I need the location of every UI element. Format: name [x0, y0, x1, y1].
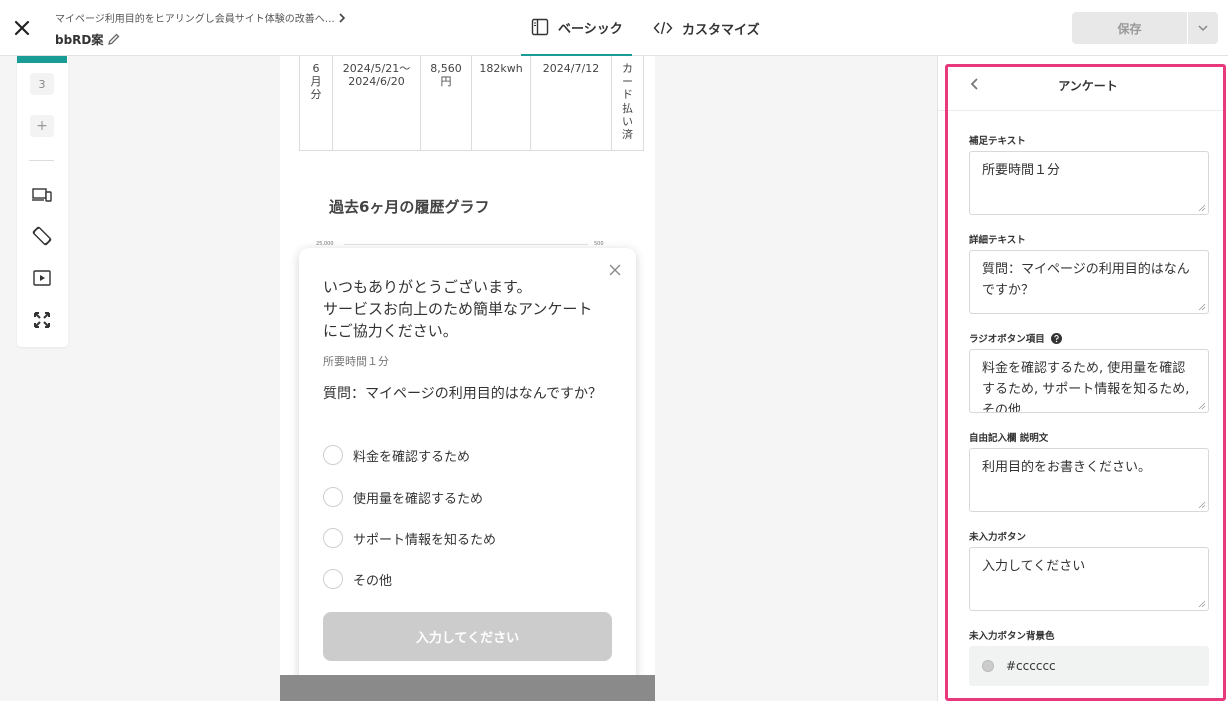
- rotate-device-icon[interactable]: [31, 225, 53, 247]
- survey-question: 質問：マイページの利用目的はなんですか？: [323, 386, 603, 402]
- add-page-button[interactable]: +: [30, 115, 54, 137]
- free-text-description-input[interactable]: 利用目的をお書きください。: [969, 448, 1209, 512]
- active-page-indicator: [17, 56, 67, 63]
- survey-title: いつもありがとうございます。 サービスお向上のため簡単なアンケート にご協力くだ…: [323, 278, 593, 340]
- radio-option-label: 料金を確認するため: [353, 449, 471, 465]
- divider: [29, 160, 54, 161]
- unfilled-button-text-input[interactable]: 入力してください: [969, 547, 1209, 611]
- radio-option[interactable]: 使用量を確認するため: [323, 487, 483, 507]
- resize-handle-icon[interactable]: [1198, 204, 1206, 212]
- field-label: 未入力ボタン背景色: [969, 631, 1055, 642]
- tab-basic[interactable]: ベーシック: [521, 0, 632, 56]
- field-value: 所要時間１分: [982, 163, 1061, 178]
- page-number-button[interactable]: 3: [30, 73, 54, 95]
- field-value: 利用目的をお書きください。: [982, 460, 1152, 475]
- settings-panel: アンケート 補足テキスト 所要時間１分 詳細テキスト 質問：マイページの利用目的…: [937, 56, 1228, 701]
- tab-basic-label: ベーシック: [558, 21, 623, 37]
- field-value: 質問：マイページの利用目的はなんですか？: [982, 262, 1190, 298]
- save-dropdown-button[interactable]: [1188, 12, 1218, 44]
- button-bg-color-picker[interactable]: #cccccc: [969, 646, 1209, 686]
- radio-option-label: その他: [353, 573, 393, 589]
- tab-customize-label: カスタマイズ: [682, 22, 760, 38]
- field-value: 料金を確認するため, 使用量を確認するため, サポート情報を知るため, その他: [982, 361, 1190, 413]
- field-label: 詳細テキスト: [969, 235, 1026, 246]
- table-cell: 8,560 円: [420, 56, 472, 151]
- survey-submit-button[interactable]: 入力してください: [323, 612, 612, 661]
- sidebar-layout-icon: [531, 18, 549, 36]
- project-name: bbRD案: [55, 33, 104, 47]
- table-cell: 2024/7/12: [530, 56, 612, 151]
- resize-handle-icon[interactable]: [1198, 303, 1206, 311]
- table-cell: カ ー ド 払 い 済: [611, 56, 644, 151]
- radio-option-label: 使用量を確認するため: [353, 491, 484, 507]
- help-icon[interactable]: [1050, 332, 1062, 344]
- radio-option[interactable]: サポート情報を知るため: [323, 528, 496, 548]
- field-label-with-help: ラジオボタン項目: [969, 331, 1062, 345]
- code-icon: [653, 21, 673, 35]
- graph-axis-right-label: 500: [594, 241, 604, 247]
- tab-customize[interactable]: カスタマイズ: [653, 0, 760, 56]
- field-label: 補足テキスト: [969, 136, 1026, 147]
- radio-option[interactable]: その他: [323, 569, 392, 589]
- graph-axis-left-label: 25,000: [316, 241, 334, 247]
- survey-modal: いつもありがとうございます。 サービスお向上のため簡単なアンケート にご協力くだ…: [299, 248, 636, 685]
- radio-button[interactable]: [323, 569, 343, 589]
- phone-preview: 6 月 分 2024/5/21〜 2024/6/20 8,560 円 182kw…: [280, 56, 655, 701]
- panel-title: アンケート: [1058, 79, 1118, 93]
- field-value: 入力してください: [982, 559, 1086, 574]
- radio-button[interactable]: [323, 487, 343, 507]
- chevron-right-icon[interactable]: [337, 10, 347, 24]
- graph-gridline: [344, 244, 588, 245]
- radio-option[interactable]: 料金を確認するため: [323, 445, 470, 465]
- table-cell: 6 月 分: [299, 56, 333, 151]
- color-value: #cccccc: [1006, 659, 1056, 673]
- breadcrumb[interactable]: マイページ利用目的をヒアリングし会員サイト体験の改善へ…: [55, 10, 335, 25]
- responsive-devices-icon[interactable]: [31, 184, 53, 206]
- preview-play-icon[interactable]: [31, 267, 53, 289]
- close-icon[interactable]: [10, 16, 34, 40]
- table-cell: 2024/5/21〜 2024/6/20: [332, 56, 421, 151]
- radio-items-input[interactable]: 料金を確認するため, 使用量を確認するため, サポート情報を知るため, その他: [969, 349, 1209, 413]
- resize-handle-icon[interactable]: [1198, 402, 1206, 410]
- graph-title: 過去6ヶ月の履歴グラフ: [329, 198, 490, 216]
- field-label: 自由記入欄 説明文: [969, 433, 1049, 444]
- radio-button[interactable]: [323, 445, 343, 465]
- resize-handle-icon[interactable]: [1198, 501, 1206, 509]
- detail-text-input[interactable]: 質問：マイページの利用目的はなんですか？: [969, 250, 1209, 314]
- survey-subtext: 所要時間１分: [323, 355, 389, 368]
- tool-rail: 3 +: [17, 56, 68, 347]
- color-swatch[interactable]: [982, 660, 994, 672]
- fullscreen-icon[interactable]: [31, 309, 53, 331]
- resize-handle-icon[interactable]: [1198, 600, 1206, 608]
- table-cell: 182kwh: [471, 56, 531, 151]
- supplement-text-input[interactable]: 所要時間１分: [969, 151, 1209, 215]
- billing-table: 6 月 分 2024/5/21〜 2024/6/20 8,560 円 182kw…: [299, 56, 644, 151]
- pencil-icon[interactable]: [107, 31, 121, 45]
- radio-button[interactable]: [323, 528, 343, 548]
- field-label: ラジオボタン項目: [969, 334, 1045, 345]
- panel-header: アンケート: [938, 64, 1227, 111]
- phone-footer-bar: [280, 675, 655, 701]
- field-label: 未入力ボタン: [969, 532, 1027, 543]
- table-row: 6 月 分 2024/5/21〜 2024/6/20 8,560 円 182kw…: [299, 56, 644, 151]
- top-header: マイページ利用目的をヒアリングし会員サイト体験の改善へ… bbRD案 ベーシック…: [0, 0, 1228, 56]
- chevron-down-icon: [1198, 25, 1208, 32]
- save-button[interactable]: 保存: [1072, 12, 1187, 44]
- radio-option-label: サポート情報を知るため: [353, 532, 497, 548]
